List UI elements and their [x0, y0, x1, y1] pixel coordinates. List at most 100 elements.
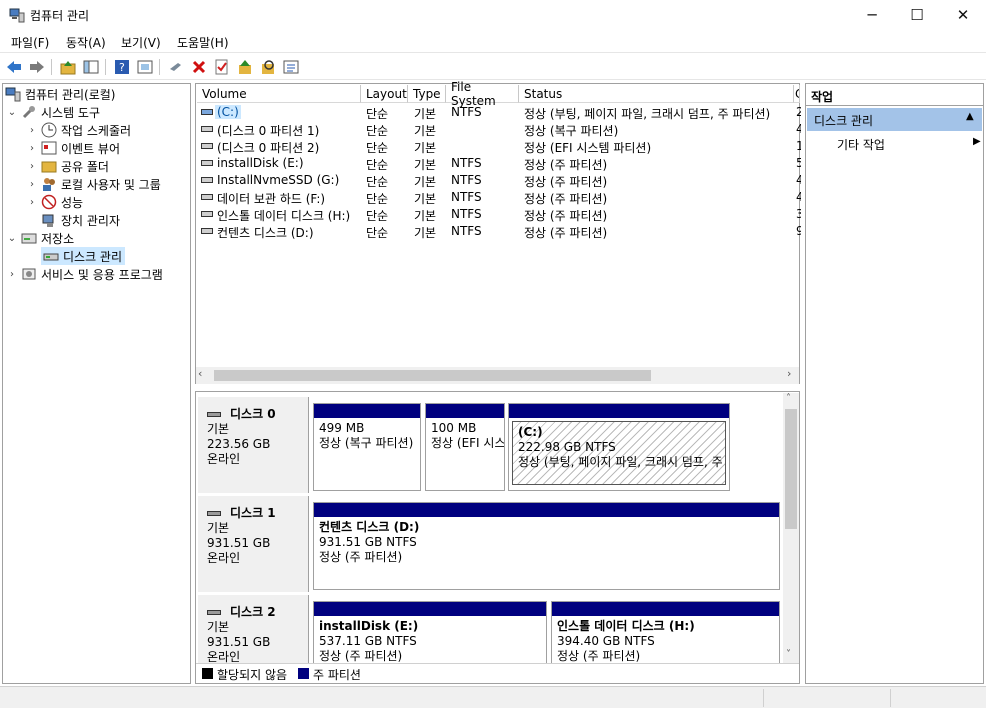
- scroll-thumb[interactable]: [785, 409, 797, 529]
- tree-label: 장치 관리자: [61, 213, 121, 228]
- delete-icon[interactable]: [189, 57, 209, 77]
- tree-item-services[interactable]: › 서비스 및 응용 프로그램: [7, 265, 163, 283]
- chevron-right-icon[interactable]: ›: [27, 161, 37, 172]
- scroll-down-icon[interactable]: ˅: [786, 649, 791, 660]
- cell-volume: 데이터 보관 하드 (F:): [217, 192, 326, 206]
- computer-management-icon: [5, 86, 21, 102]
- scroll-right-icon[interactable]: ›: [787, 367, 791, 380]
- upload-icon[interactable]: [235, 57, 255, 77]
- column-header-volume[interactable]: Volume: [197, 85, 361, 103]
- actions-header: 작업: [806, 84, 983, 106]
- column-header-layout[interactable]: Layout: [361, 85, 408, 103]
- table-row[interactable]: (디스크 0 파티션 2) 단순 기본 정상 (EFI 시스템 파티션) 1: [196, 138, 801, 155]
- maximize-button[interactable]: ☐: [894, 0, 940, 30]
- close-button[interactable]: ✕: [940, 0, 986, 30]
- column-header-capacity[interactable]: C: [794, 85, 800, 103]
- collapse-icon[interactable]: ▲: [966, 111, 974, 122]
- up-folder-icon[interactable]: [58, 57, 78, 77]
- help-icon[interactable]: ?: [112, 57, 132, 77]
- unallocated-swatch: [202, 668, 213, 679]
- scroll-up-icon[interactable]: ˄: [786, 393, 791, 404]
- table-row[interactable]: 인스톨 데이터 디스크 (H:) 단순 기본 NTFS 정상 (주 파티션) 3: [196, 206, 801, 223]
- back-arrow-icon[interactable]: [4, 57, 24, 77]
- scroll-left-icon[interactable]: ‹: [198, 367, 202, 380]
- scroll-thumb[interactable]: [214, 370, 651, 381]
- menu-view[interactable]: 보기(V): [121, 34, 161, 51]
- tree-item-device-manager[interactable]: 장치 관리자: [37, 211, 120, 229]
- volume-list: Volume Layout Type File System Status C …: [195, 80, 801, 384]
- table-row[interactable]: installDisk (E:) 단순 기본 NTFS 정상 (주 파티션) 5: [196, 155, 801, 172]
- cell-volume: installDisk (E:): [217, 156, 304, 170]
- cell-volume: 인스톨 데이터 디스크 (H:): [217, 209, 351, 223]
- menu-help[interactable]: 도움말(H): [177, 34, 229, 51]
- chevron-right-icon[interactable]: ›: [27, 143, 37, 154]
- tree-item-storage[interactable]: ⌄ 저장소: [7, 229, 74, 247]
- vertical-scrollbar[interactable]: ˄ ˅: [783, 393, 799, 663]
- status-bar: [0, 686, 986, 708]
- cell-layout: 단순: [366, 192, 389, 206]
- volume-drive-icon: [201, 211, 213, 217]
- tree-item-local-users[interactable]: › 로컬 사용자 및 그룹: [27, 175, 161, 193]
- column-header-type[interactable]: Type: [408, 85, 446, 103]
- cell-layout: 단순: [366, 124, 389, 138]
- show-hide-tree-icon[interactable]: [81, 57, 101, 77]
- disk-type: 기본: [207, 422, 230, 436]
- partition-block[interactable]: 컨텐츠 디스크 (D:) 931.51 GB NTFS 정상 (주 파티션): [313, 502, 780, 590]
- list-view-icon[interactable]: [281, 57, 301, 77]
- disk-name: 디스크 1: [230, 506, 276, 520]
- tree-item-task-scheduler[interactable]: › 작업 스케줄러: [27, 121, 131, 139]
- device-manager-icon: [41, 212, 57, 228]
- table-row[interactable]: InstallNvmeSSD (G:) 단순 기본 NTFS 정상 (주 파티션) 4: [196, 172, 801, 189]
- tree-item-shared-folders[interactable]: › 공유 폴더: [27, 157, 109, 175]
- minimize-button[interactable]: ─: [849, 0, 895, 30]
- tree-item-event-viewer[interactable]: › 이벤트 뷰어: [27, 139, 120, 157]
- column-header-file-system[interactable]: File System: [446, 80, 519, 108]
- partition-bar: [552, 602, 779, 616]
- tree-label: 성능: [61, 195, 84, 210]
- partition-block[interactable]: 100 MB정상 (EFI 시스템 파티션): [425, 403, 505, 491]
- tree-item-root[interactable]: 컴퓨터 관리(로컬): [5, 85, 115, 103]
- partition-status: 정상 (EFI 시스템 파티션): [431, 436, 504, 450]
- properties-view-icon[interactable]: [135, 57, 155, 77]
- column-header-status[interactable]: Status: [519, 85, 794, 103]
- menu-action[interactable]: 동작(A): [66, 34, 106, 51]
- tree-item-disk-management[interactable]: 디스크 관리: [41, 247, 126, 265]
- disk-icon: [207, 412, 221, 417]
- table-row[interactable]: 컨텐츠 디스크 (D:) 단순 기본 NTFS 정상 (주 파티션) 9: [196, 223, 801, 240]
- table-row[interactable]: 데이터 보관 하드 (F:) 단순 기본 NTFS 정상 (주 파티션) 4: [196, 189, 801, 206]
- cell-type: 기본: [414, 141, 437, 155]
- cell-extra: 4: [796, 173, 801, 187]
- volume-drive-icon: [201, 126, 213, 132]
- disk-label[interactable]: 디스크 1 기본 931.51 GB 온라인: [198, 496, 309, 592]
- disk-label[interactable]: 디스크 0 기본 223.56 GB 온라인: [198, 397, 309, 493]
- connect-icon[interactable]: [166, 57, 186, 77]
- table-row[interactable]: (C:) 단순 기본 NTFS 정상 (부팅, 페이지 파일, 크래시 덤프, 주 파티…: [196, 104, 801, 121]
- partition-status: 정상 (주 파티션): [319, 550, 403, 564]
- chevron-down-icon[interactable]: ⌄: [7, 107, 17, 118]
- search-icon[interactable]: [258, 57, 278, 77]
- cell-fs: NTFS: [451, 156, 482, 170]
- chevron-down-icon[interactable]: ⌄: [7, 233, 17, 244]
- cell-fs: NTFS: [451, 207, 482, 221]
- action-more-actions[interactable]: 기타 작업 ▶: [837, 136, 982, 154]
- partition-title: (C:): [518, 425, 543, 439]
- partition-block[interactable]: (C:) 222.98 GB NTFS 정상 (부팅, 페이지 파일, 크래시 덤프…: [508, 403, 730, 491]
- chevron-right-icon[interactable]: ›: [7, 269, 17, 280]
- cell-volume: (디스크 0 파티션 1): [217, 124, 320, 138]
- actions-section-disk-management[interactable]: 디스크 관리 ▲: [807, 108, 982, 131]
- partition-bar: [509, 404, 729, 418]
- tree-item-performance[interactable]: › 성능: [27, 193, 83, 211]
- chevron-right-icon[interactable]: ›: [27, 125, 37, 136]
- horizontal-scrollbar[interactable]: ‹ ›: [196, 367, 799, 384]
- disk-state: 온라인: [207, 452, 241, 466]
- chevron-right-icon[interactable]: ›: [27, 197, 37, 208]
- chevron-right-icon[interactable]: ›: [27, 179, 37, 190]
- partition-block[interactable]: 499 MB 정상 (복구 파티션): [313, 403, 421, 491]
- tree-item-system-tools[interactable]: ⌄ 시스템 도구: [7, 103, 100, 121]
- tree-label: 디스크 관리: [63, 249, 123, 264]
- svg-text:?: ?: [119, 61, 125, 74]
- check-icon[interactable]: [212, 57, 232, 77]
- table-row[interactable]: (디스크 0 파티션 1) 단순 기본 정상 (복구 파티션) 4: [196, 121, 801, 138]
- forward-arrow-icon[interactable]: [27, 57, 47, 77]
- menu-file[interactable]: 파일(F): [11, 34, 49, 51]
